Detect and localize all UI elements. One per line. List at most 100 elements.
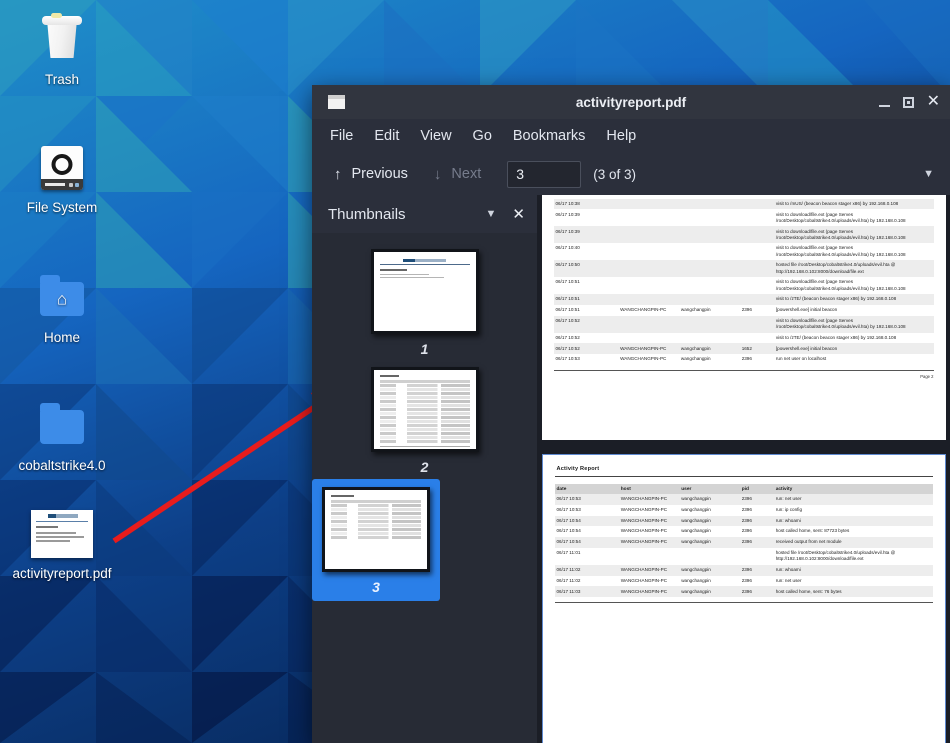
cell-activity: visit to download/file.ext (page Serves … bbox=[773, 243, 934, 261]
window-body: Thumbnails ▼ ✕ 1 2 3 06/17 10:38 visit t… bbox=[312, 195, 950, 743]
menu-view[interactable]: View bbox=[420, 128, 451, 144]
desktop-icon-trash[interactable]: Trash bbox=[0, 13, 124, 87]
cell-user bbox=[678, 198, 740, 210]
cell-date: 06/17 10:54 bbox=[554, 526, 619, 538]
cell-user: wangchangpin bbox=[679, 575, 740, 587]
cell-user bbox=[679, 547, 740, 565]
cell-pid bbox=[739, 547, 774, 565]
thumbnail-page-3[interactable]: 3 bbox=[312, 479, 440, 601]
cell-pid: 2396 bbox=[739, 526, 774, 538]
desktop-icon-home[interactable]: ⌂ Home bbox=[0, 272, 124, 345]
table-row: 06/17 10:39 visit to download/file.ext (p… bbox=[553, 226, 934, 244]
table-row: 06/17 10:53 WANGCHANGPIN-PC wangchangpin 23… bbox=[553, 354, 934, 365]
arrow-down-icon: ↓ bbox=[433, 165, 442, 183]
page-separator bbox=[537, 440, 950, 454]
chevron-down-icon[interactable]: ▼ bbox=[486, 208, 497, 220]
desktop-icon-label: cobaltstrike4.0 bbox=[18, 458, 106, 473]
desktop-icon-label: Trash bbox=[44, 72, 79, 87]
cell-activity: run net user on localhost bbox=[773, 354, 934, 365]
thumbnail-page-1[interactable]: 1 bbox=[312, 243, 537, 361]
cell-pid: 2396 bbox=[739, 304, 774, 316]
table-row: 06/17 10:54 WANGCHANGPIN-PC wangchangpin 23… bbox=[554, 515, 933, 527]
table-row: 06/17 10:52 visit to /zTE/ (beacon beacon… bbox=[553, 332, 934, 344]
cell-activity: run: whoami bbox=[773, 564, 933, 576]
thumbnails-list[interactable]: 1 2 3 bbox=[312, 233, 537, 743]
cell-host bbox=[618, 277, 679, 295]
cell-pid bbox=[739, 209, 774, 227]
document-view[interactable]: 06/17 10:36hosted file /root/Desktop/cob… bbox=[537, 195, 950, 743]
cell-host: WANGCHANGPIN-PC bbox=[618, 494, 680, 505]
cell-pid bbox=[739, 315, 774, 333]
close-button[interactable]: ✕ bbox=[927, 94, 940, 110]
menu-help[interactable]: Help bbox=[606, 128, 636, 144]
previous-page-button[interactable]: ↑ Previous bbox=[334, 166, 408, 183]
cell-date: 06/17 10:54 bbox=[554, 515, 619, 527]
thumbnails-panel: Thumbnails ▼ ✕ 1 2 3 bbox=[312, 195, 537, 743]
cell-date: 06/17 10:52 bbox=[553, 315, 619, 333]
cell-pid: 2396 bbox=[739, 494, 774, 505]
window-titlebar[interactable]: activityreport.pdf ✕ bbox=[312, 85, 950, 119]
thumbnail-page-2[interactable]: 2 bbox=[312, 361, 537, 479]
cell-host bbox=[618, 294, 679, 305]
cell-host: WANGCHANGPIN-PC bbox=[618, 343, 679, 355]
cell-host bbox=[618, 260, 679, 278]
cell-pid bbox=[739, 198, 774, 210]
cell-date: 06/17 10:38 bbox=[553, 198, 619, 210]
table-row: 06/17 10:51 WANGCHANGPIN-PC wangchangpin 23… bbox=[553, 304, 934, 316]
desktop-icon-label: Home bbox=[43, 330, 80, 345]
next-label: Next bbox=[451, 166, 482, 182]
vertical-scrollbar[interactable] bbox=[945, 195, 950, 743]
cell-host bbox=[618, 243, 679, 261]
cell-activity: host called home, sent: 76 bytes bbox=[773, 586, 933, 598]
drive-icon bbox=[0, 142, 124, 194]
cell-host: WANGCHANGPIN-PC bbox=[618, 354, 679, 365]
maximize-button[interactable] bbox=[902, 96, 914, 108]
table-row: 06/17 10:53 WANGCHANGPIN-PC wangchangpin 23… bbox=[554, 494, 933, 505]
table-bottom-rule bbox=[554, 602, 933, 604]
minimize-button[interactable] bbox=[878, 105, 890, 107]
title-rule bbox=[554, 476, 933, 477]
cell-user: wangchangpin bbox=[679, 564, 740, 576]
cell-user: wangchangpin bbox=[678, 304, 740, 316]
desktop-icon-file-system[interactable]: File System bbox=[0, 142, 124, 215]
menu-file[interactable]: File bbox=[330, 128, 353, 144]
menu-go[interactable]: Go bbox=[473, 128, 492, 144]
table-row: 06/17 10:51 visit to download/file.ext (p… bbox=[553, 277, 934, 295]
thumbnail-page-number: 2 bbox=[420, 459, 429, 475]
column-header-date: date bbox=[554, 484, 619, 494]
cell-host bbox=[618, 198, 679, 210]
cell-pid: 2396 bbox=[739, 354, 774, 365]
thumbnails-title: Thumbnails bbox=[328, 205, 406, 223]
cell-date: 06/17 11:02 bbox=[554, 564, 619, 576]
cell-date: 06/17 10:50 bbox=[553, 260, 619, 278]
cell-user: wangchangpin bbox=[679, 526, 740, 538]
desktop-icon-activityreport-pdf[interactable]: activityreport.pdf bbox=[0, 508, 124, 581]
cell-user: wangchangpin bbox=[679, 537, 740, 548]
cell-host bbox=[618, 547, 680, 565]
cell-host: WANGCHANGPIN-PC bbox=[618, 515, 680, 527]
cell-pid bbox=[739, 226, 774, 244]
desktop-icon-cobaltstrike[interactable]: cobaltstrike4.0 bbox=[0, 400, 124, 473]
table-row: 06/17 10:53 WANGCHANGPIN-PC wangchangpin 23… bbox=[554, 504, 933, 516]
close-icon[interactable]: ✕ bbox=[512, 205, 525, 223]
next-page-button[interactable]: ↓ Next bbox=[434, 166, 481, 183]
table-row: 06/17 10:52 WANGCHANGPIN-PC wangchangpin 16… bbox=[553, 343, 934, 355]
cell-pid: 2396 bbox=[739, 504, 774, 516]
cell-date: 06/17 10:51 bbox=[553, 304, 619, 316]
menu-edit[interactable]: Edit bbox=[374, 128, 399, 144]
cell-pid: 2396 bbox=[739, 586, 774, 598]
cell-host: WANGCHANGPIN-PC bbox=[618, 526, 680, 538]
page-number-input[interactable] bbox=[507, 160, 582, 188]
activity-table-page3: date host user pid activity 06/17 10:53 WANGC… bbox=[554, 484, 933, 598]
cell-pid: 2396 bbox=[739, 575, 774, 587]
folder-icon bbox=[0, 400, 124, 452]
cell-date: 06/17 10:53 bbox=[554, 494, 619, 505]
cell-user bbox=[678, 332, 740, 344]
cell-date: 06/17 11:02 bbox=[554, 575, 619, 587]
pdf-page-2: 06/17 10:36hosted file /root/Desktop/cob… bbox=[541, 195, 946, 440]
cell-user bbox=[678, 315, 740, 333]
pdf-document-icon bbox=[0, 508, 124, 560]
chevron-down-icon[interactable]: ▼ bbox=[923, 168, 938, 180]
menu-bookmarks[interactable]: Bookmarks bbox=[513, 128, 586, 144]
cell-user bbox=[678, 260, 740, 278]
